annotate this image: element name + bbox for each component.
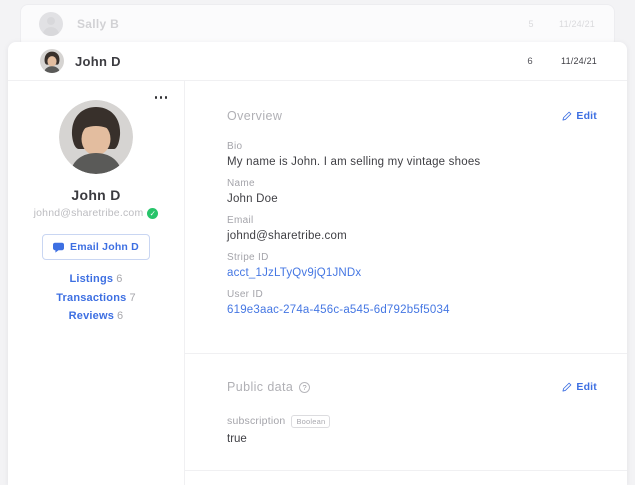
user-row-name: John D [75,53,121,69]
public-data-edit-label: Edit [576,381,597,393]
console-user-page: Sally B 5 11/24/21 John D 6 11/24/21 Joh… [0,0,635,485]
next-section-partial [185,471,627,485]
type-badge: Boolean [291,414,331,428]
user-id-link[interactable]: 619e3aac-274a-456c-a545-6d792b5f5034 [227,303,597,317]
avatar [39,12,63,36]
entry-value: true [227,433,247,445]
field-value: My name is John. I am selling my vintage… [227,156,481,168]
field-stripe-id: Stripe ID acct_1JzLTyQv9jQ1JNDx [227,252,597,280]
profile-email: johnd@sharetribe.com ✓ [34,207,159,219]
sidebar-link-listings[interactable]: Listings 6 [8,273,184,285]
stripe-id-link[interactable]: acct_1JzLTyQv9jQ1JNDx [227,266,597,280]
profile-name: John D [71,187,121,203]
field-label: Name [227,178,255,189]
overview-section: Overview Edit Bio My name is John. I am … [185,81,627,354]
field-value: johnd@sharetribe.com [227,230,347,242]
user-row-date: 11/24/21 [559,19,595,29]
field-bio: Bio My name is John. I am selling my vin… [227,141,597,169]
help-icon[interactable]: ? [299,381,311,393]
public-data-title: Public data ? [227,380,311,394]
public-data-section: Public data ? Edit subscription Boolean … [185,354,627,471]
overview-edit-button[interactable]: Edit [562,110,597,122]
email-user-button[interactable]: Email John D [42,234,150,260]
field-label: Email [227,215,254,226]
user-detail-card: John D 6 11/24/21 John D johnd@sharetrib… [8,42,627,485]
field-value: John Doe [227,193,278,205]
email-user-button-label: Email John D [70,241,139,253]
field-user-id: User ID 619e3aac-274a-456c-a545-6d792b5f… [227,289,597,317]
public-data-edit-button[interactable]: Edit [562,381,597,393]
verified-check-icon: ✓ [147,207,159,219]
public-data-title-text: Public data [227,380,294,394]
sidebar-link-reviews[interactable]: Reviews 6 [8,310,184,322]
pencil-icon [562,382,572,392]
more-menu-button[interactable] [152,93,171,102]
field-label: Stripe ID [227,252,269,263]
profile-email-text: johnd@sharetribe.com [33,207,144,219]
entry-key: subscription [227,415,286,427]
user-row-count: 6 [527,55,533,67]
profile-content: Overview Edit Bio My name is John. I am … [185,81,627,485]
avatar [40,49,64,73]
profile-avatar [59,100,133,174]
overview-edit-label: Edit [576,110,597,122]
profile-sidebar: John D johnd@sharetribe.com ✓ Email John… [8,81,185,485]
field-name: Name John Doe [227,178,597,206]
overview-title: Overview [227,109,283,123]
user-row-name: Sally B [77,17,120,31]
sidebar-link-transactions[interactable]: Transactions 7 [8,292,184,304]
field-email: Email johnd@sharetribe.com [227,215,597,243]
user-row-count: 5 [528,19,534,29]
user-row-selected[interactable]: John D 6 11/24/21 [8,42,627,81]
field-label: Bio [227,141,243,152]
user-row-date: 11/24/21 [561,56,597,66]
public-data-entry: subscription Boolean true [227,411,597,445]
pencil-icon [562,111,572,121]
field-label: User ID [227,289,263,300]
chat-bubble-icon [53,242,65,253]
